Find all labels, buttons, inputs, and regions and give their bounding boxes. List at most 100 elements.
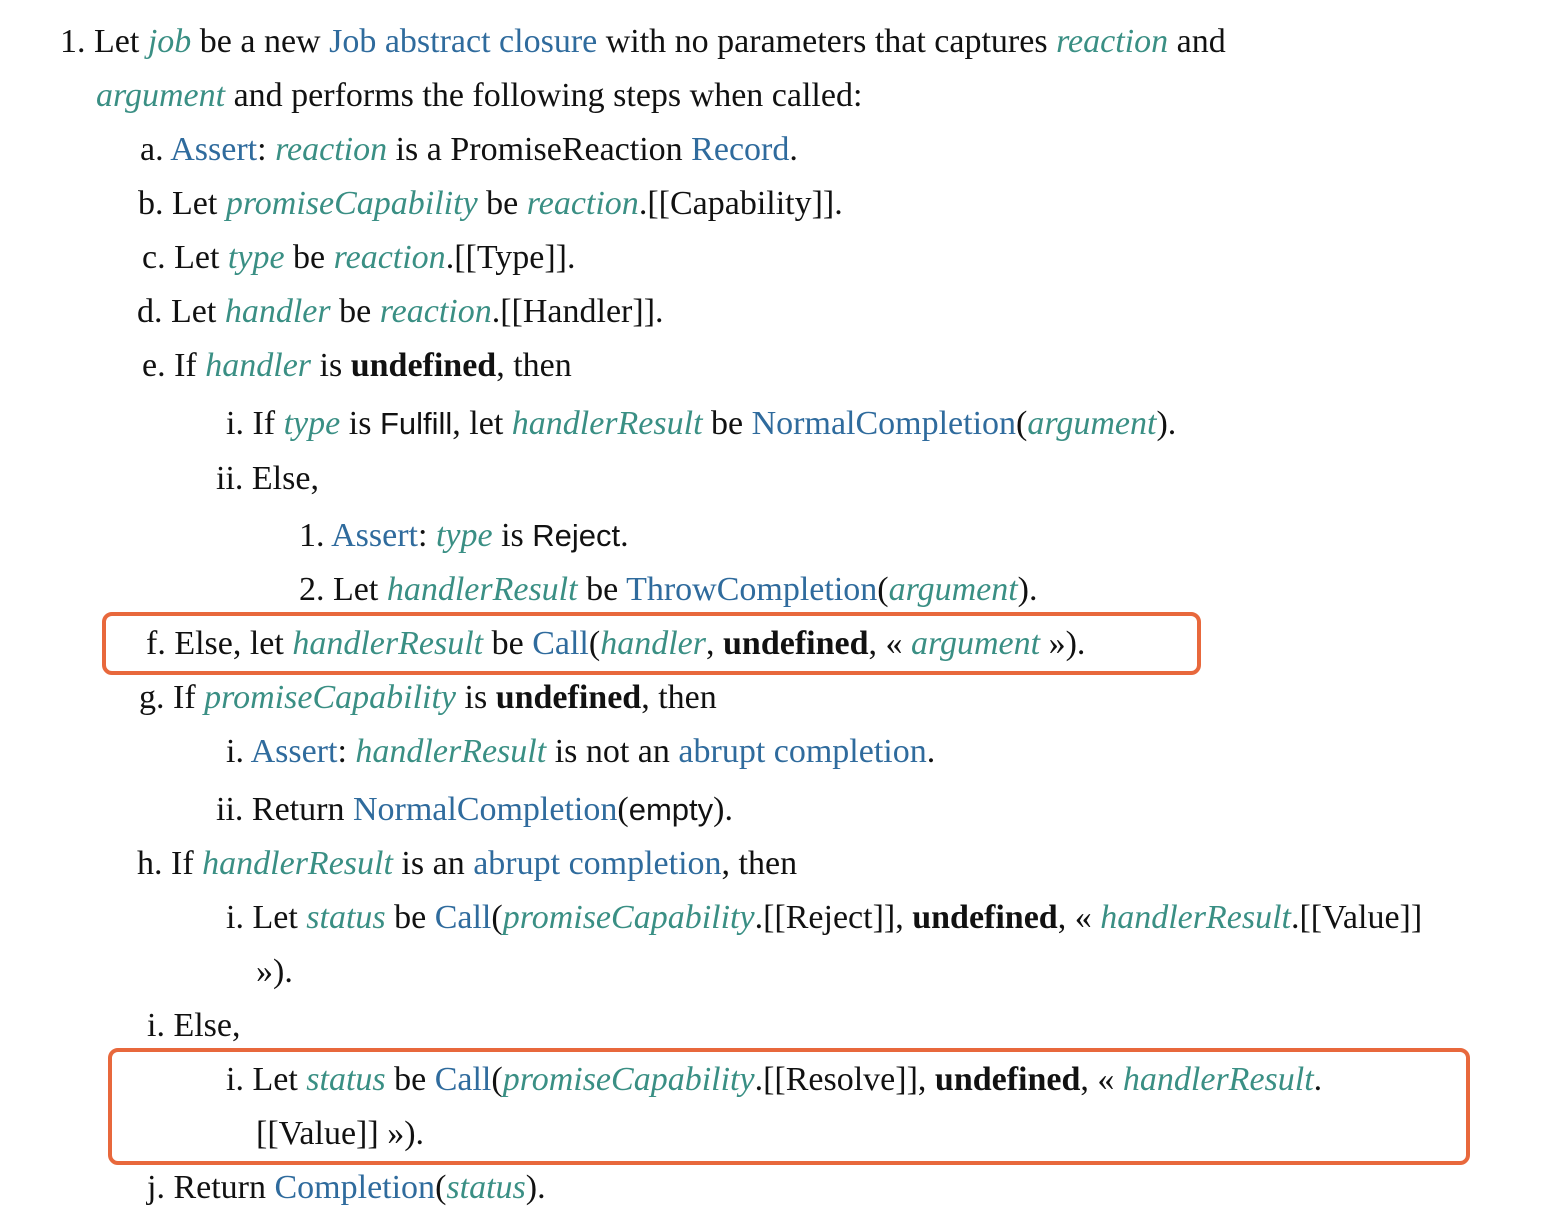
variable: reaction [1056,23,1169,60]
step-1e: e. If handler is undefined, then [142,346,572,386]
step-marker: 1. [299,517,325,554]
text: Let [94,23,148,60]
spec-link[interactable]: Assert [170,131,257,168]
spec-link[interactable]: Record [691,131,789,168]
variable: handlerResult [202,845,393,882]
variable: job [147,23,192,60]
text: be a new [191,23,330,60]
variable: handlerResult [511,405,703,442]
step-marker: i. [147,1007,165,1044]
text: , then [721,845,798,882]
step-1i: i. Else, [147,1006,241,1046]
step-1-line-1: 1. Let job be a new Job abstract closure… [60,22,1226,62]
variable: promiseCapability [225,185,478,222]
text: be [284,239,334,276]
variable: type [435,517,493,554]
variable: handlerResult [1100,899,1291,936]
variable: argument [1027,405,1157,442]
variable: argument [96,77,226,114]
step-marker: 2. [299,571,325,608]
step-1h: h. If handlerResult is an abrupt complet… [137,844,797,884]
variable: status [446,1169,526,1206]
spec-link[interactable]: NormalCompletion [353,791,617,828]
text: is [340,405,380,442]
variable: argument [888,571,1018,608]
spec-link[interactable]: Assert [331,517,418,554]
step-marker: c. [142,239,166,276]
text: .[[Reject]], [754,899,913,936]
step-1e-ii: ii. Else, [216,459,319,499]
spec-link[interactable]: abrupt completion [678,733,926,770]
highlight-box-step-i [108,1048,1470,1165]
text: .[[Handler]]. [491,293,664,330]
text: .[[Type]]. [445,239,576,276]
spec-link[interactable]: ThrowCompletion [626,571,877,608]
text: Let [333,571,387,608]
spec-link[interactable]: Job abstract closure [329,23,597,60]
step-marker: j. [147,1169,165,1206]
text: . [926,733,936,770]
step-1c: c. Let type be reaction.[[Type]]. [142,238,575,278]
spec-value: Fulfill [379,406,453,441]
text: is [492,517,533,554]
text: If [171,845,203,882]
spec-link[interactable]: Call [435,899,492,936]
step-1b: b. Let promiseCapability be reaction.[[C… [138,184,843,224]
spec-link[interactable]: abrupt completion [473,845,721,882]
keyword: undefined [912,899,1058,936]
text: ( [617,791,629,828]
text: , « [1057,899,1101,936]
step-1g-ii: ii. Return NormalCompletion(empty). [216,790,733,830]
step-marker: i. [226,733,244,770]
variable: promiseCapability [204,679,457,716]
text: , then [496,347,572,384]
step-1h-i-line-2: »). [256,952,293,992]
text: »). [256,953,293,990]
step-marker: e. [142,347,166,384]
text: is [311,347,351,384]
step-marker: a. [140,131,164,168]
text: with no parameters that captures [597,23,1057,60]
text: Else, [173,1007,241,1044]
text: ). [1156,405,1177,442]
text: Let [252,899,307,936]
text: If [173,679,205,716]
text: : [257,131,276,168]
text: .[[Capability]]. [638,185,843,222]
text: . [789,131,798,168]
text: If [174,347,206,384]
text: Let [174,239,228,276]
text: and performs the following steps when ca… [225,77,863,114]
spec-link[interactable]: NormalCompletion [752,405,1016,442]
text: be [577,571,627,608]
text: is a PromiseReaction [387,131,692,168]
step-marker: i. [226,899,244,936]
text: be [702,405,752,442]
variable: handler [205,347,312,384]
step-1e-ii-1: 1. Assert: type is Reject. [299,516,629,556]
step-1h-i-line-1: i. Let status be Call(promiseCapability.… [226,898,1422,938]
spec-link[interactable]: Assert [251,733,338,770]
step-1a: a. Assert: reaction is a PromiseReaction… [140,130,798,170]
variable: handler [224,293,331,330]
variable: type [227,239,285,276]
text: Let [171,293,225,330]
variable: promiseCapability [502,899,755,936]
variable: reaction [275,131,388,168]
text: ( [1016,405,1028,442]
variable: reaction [526,185,639,222]
text: ). [713,791,733,828]
text: , then [641,679,717,716]
step-marker: g. [139,679,165,716]
text: ( [491,899,503,936]
text: : [418,517,436,554]
variable: reaction [379,293,492,330]
step-marker: d. [137,293,163,330]
keyword: undefined [495,679,642,716]
spec-link[interactable]: Completion [275,1169,436,1206]
step-1g-i: i. Assert: handlerResult is not an abrup… [226,732,935,772]
text: ( [435,1169,447,1206]
variable: handlerResult [355,733,547,770]
text: ). [1017,571,1038,608]
text: If [252,405,284,442]
